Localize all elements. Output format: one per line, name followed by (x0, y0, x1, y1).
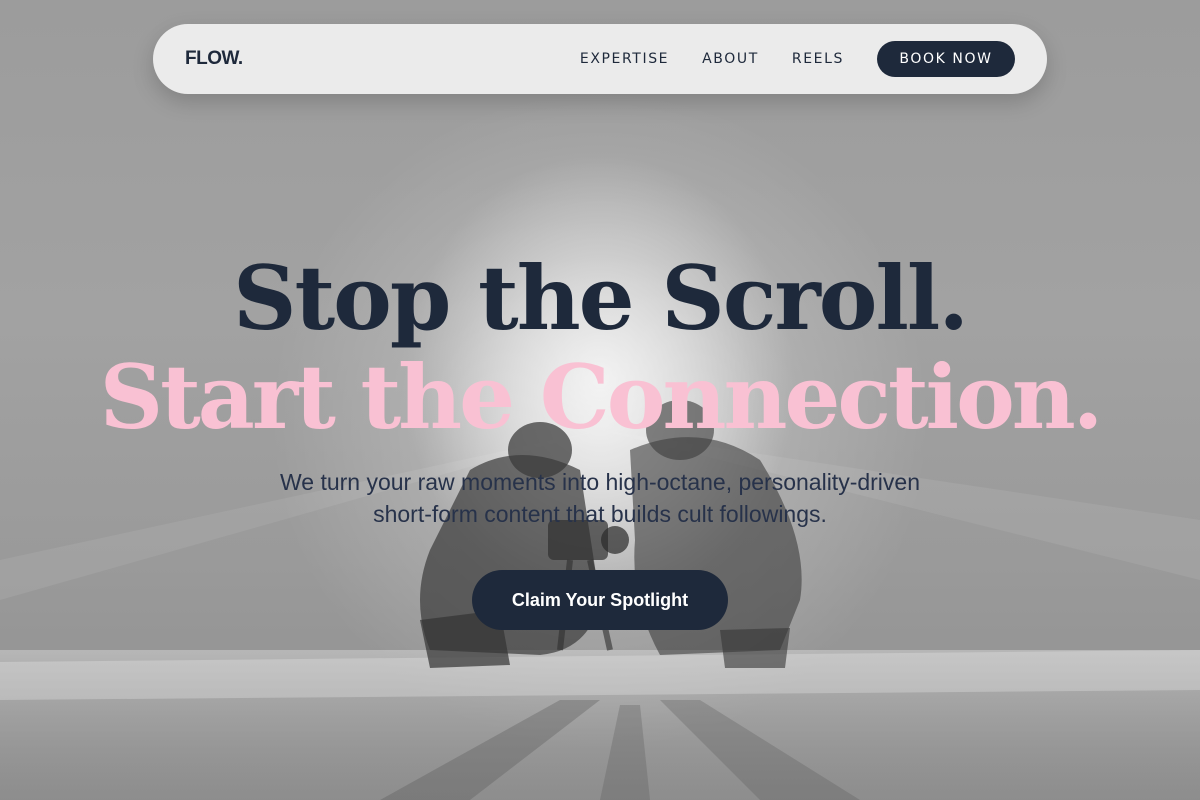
nav-links: EXPERTISE ABOUT REELS BOOK NOW (580, 41, 1015, 77)
top-navbar: FLOW. EXPERTISE ABOUT REELS BOOK NOW (153, 24, 1047, 94)
hero-headline-line1: Stop the Scroll. (232, 246, 969, 350)
claim-spotlight-button[interactable]: Claim Your Spotlight (472, 570, 728, 630)
nav-link-about[interactable]: ABOUT (702, 51, 759, 67)
hero-subtext: We turn your raw moments into high-octan… (279, 469, 921, 527)
hero-headline-line2: Start the Connection. (99, 345, 1104, 449)
nav-link-reels[interactable]: REELS (792, 51, 844, 67)
nav-link-expertise[interactable]: EXPERTISE (580, 51, 669, 67)
brand-logo[interactable]: FLOW. (185, 48, 243, 70)
book-now-button[interactable]: BOOK NOW (877, 41, 1015, 77)
